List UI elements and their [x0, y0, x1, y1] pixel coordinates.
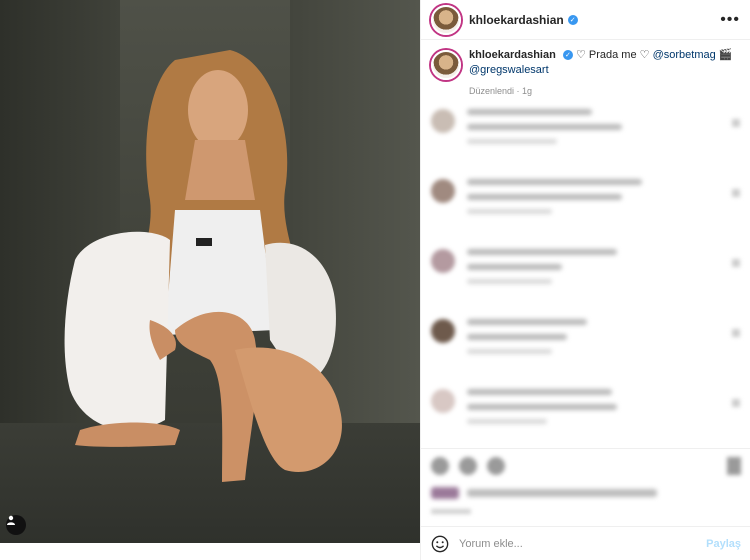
- verified-badge-icon: ✓: [567, 14, 578, 25]
- comments-list: [421, 99, 750, 441]
- likers-avatars: [431, 487, 459, 499]
- like-comment-icon[interactable]: [732, 189, 740, 197]
- share-icon[interactable]: [487, 457, 505, 475]
- comment-icon[interactable]: [459, 457, 477, 475]
- caption-author-avatar[interactable]: [431, 50, 461, 80]
- caption-text: Prada me: [588, 49, 637, 61]
- post-date-blurred: [431, 509, 471, 514]
- post-side-panel: khloekardashian ✓ ••• khloekardashian ✓ …: [420, 0, 750, 560]
- post-caption: khloekardashian ✓ ♡ Prada me ♡ @sorbetma…: [421, 40, 750, 99]
- post-photo[interactable]: [0, 0, 420, 543]
- like-comment-icon[interactable]: [732, 259, 740, 267]
- tagged-users-button[interactable]: [6, 515, 26, 535]
- comment-item[interactable]: [431, 179, 740, 231]
- comment-item[interactable]: [431, 109, 740, 161]
- heart-emoji-icon: ♡: [575, 49, 586, 61]
- like-comment-icon[interactable]: [732, 329, 740, 337]
- comment-item[interactable]: [431, 319, 740, 371]
- comment-item[interactable]: [431, 389, 740, 441]
- comment-input[interactable]: [459, 537, 707, 550]
- comment-text-blurred: [467, 109, 622, 161]
- more-options-icon[interactable]: •••: [720, 11, 740, 29]
- like-comment-icon[interactable]: [732, 399, 740, 407]
- author-username[interactable]: khloekardashian: [469, 13, 564, 27]
- likes-summary-blurred[interactable]: [431, 487, 741, 499]
- save-icon[interactable]: [727, 457, 741, 475]
- comment-avatar[interactable]: [431, 389, 455, 413]
- heart-emoji-icon-2: ♡: [639, 49, 650, 61]
- comment-avatar[interactable]: [431, 319, 455, 343]
- clapperboard-emoji-icon: 🎬: [718, 49, 733, 61]
- mention-link[interactable]: @sorbetmag: [653, 49, 716, 61]
- comment-item[interactable]: [431, 249, 740, 301]
- add-comment-bar: Paylaş: [421, 526, 750, 560]
- like-icon[interactable]: [431, 457, 449, 475]
- likes-text: [467, 489, 657, 497]
- comment-text-blurred: [467, 389, 617, 441]
- photo-bottom-strip: [0, 543, 420, 560]
- action-icons-row: [431, 457, 741, 475]
- comment-avatar[interactable]: [431, 109, 455, 133]
- post-time[interactable]: 1g: [522, 86, 532, 96]
- edited-label: Düzenlendi: [469, 86, 515, 96]
- emoji-icon[interactable]: [431, 535, 449, 553]
- author-avatar[interactable]: [431, 4, 461, 35]
- share-comment-button[interactable]: Paylaş: [706, 538, 741, 550]
- caption-verified-badge-icon: ✓: [562, 50, 573, 61]
- caption-username[interactable]: khloekardashian: [469, 49, 556, 61]
- photo-subject: [64, 50, 342, 482]
- caption-meta: Düzenlendi · 1g: [469, 84, 733, 99]
- comment-avatar[interactable]: [431, 179, 455, 203]
- post-actions: [421, 448, 750, 522]
- comment-text-blurred: [467, 249, 617, 301]
- comment-text-blurred: [467, 179, 642, 231]
- like-comment-icon[interactable]: [732, 119, 740, 127]
- post-header: khloekardashian ✓ •••: [421, 0, 750, 40]
- comment-text-blurred: [467, 319, 587, 371]
- person-icon: [7, 515, 15, 525]
- mention-link-2[interactable]: @gregswalesart: [469, 64, 549, 76]
- comment-avatar[interactable]: [431, 249, 455, 273]
